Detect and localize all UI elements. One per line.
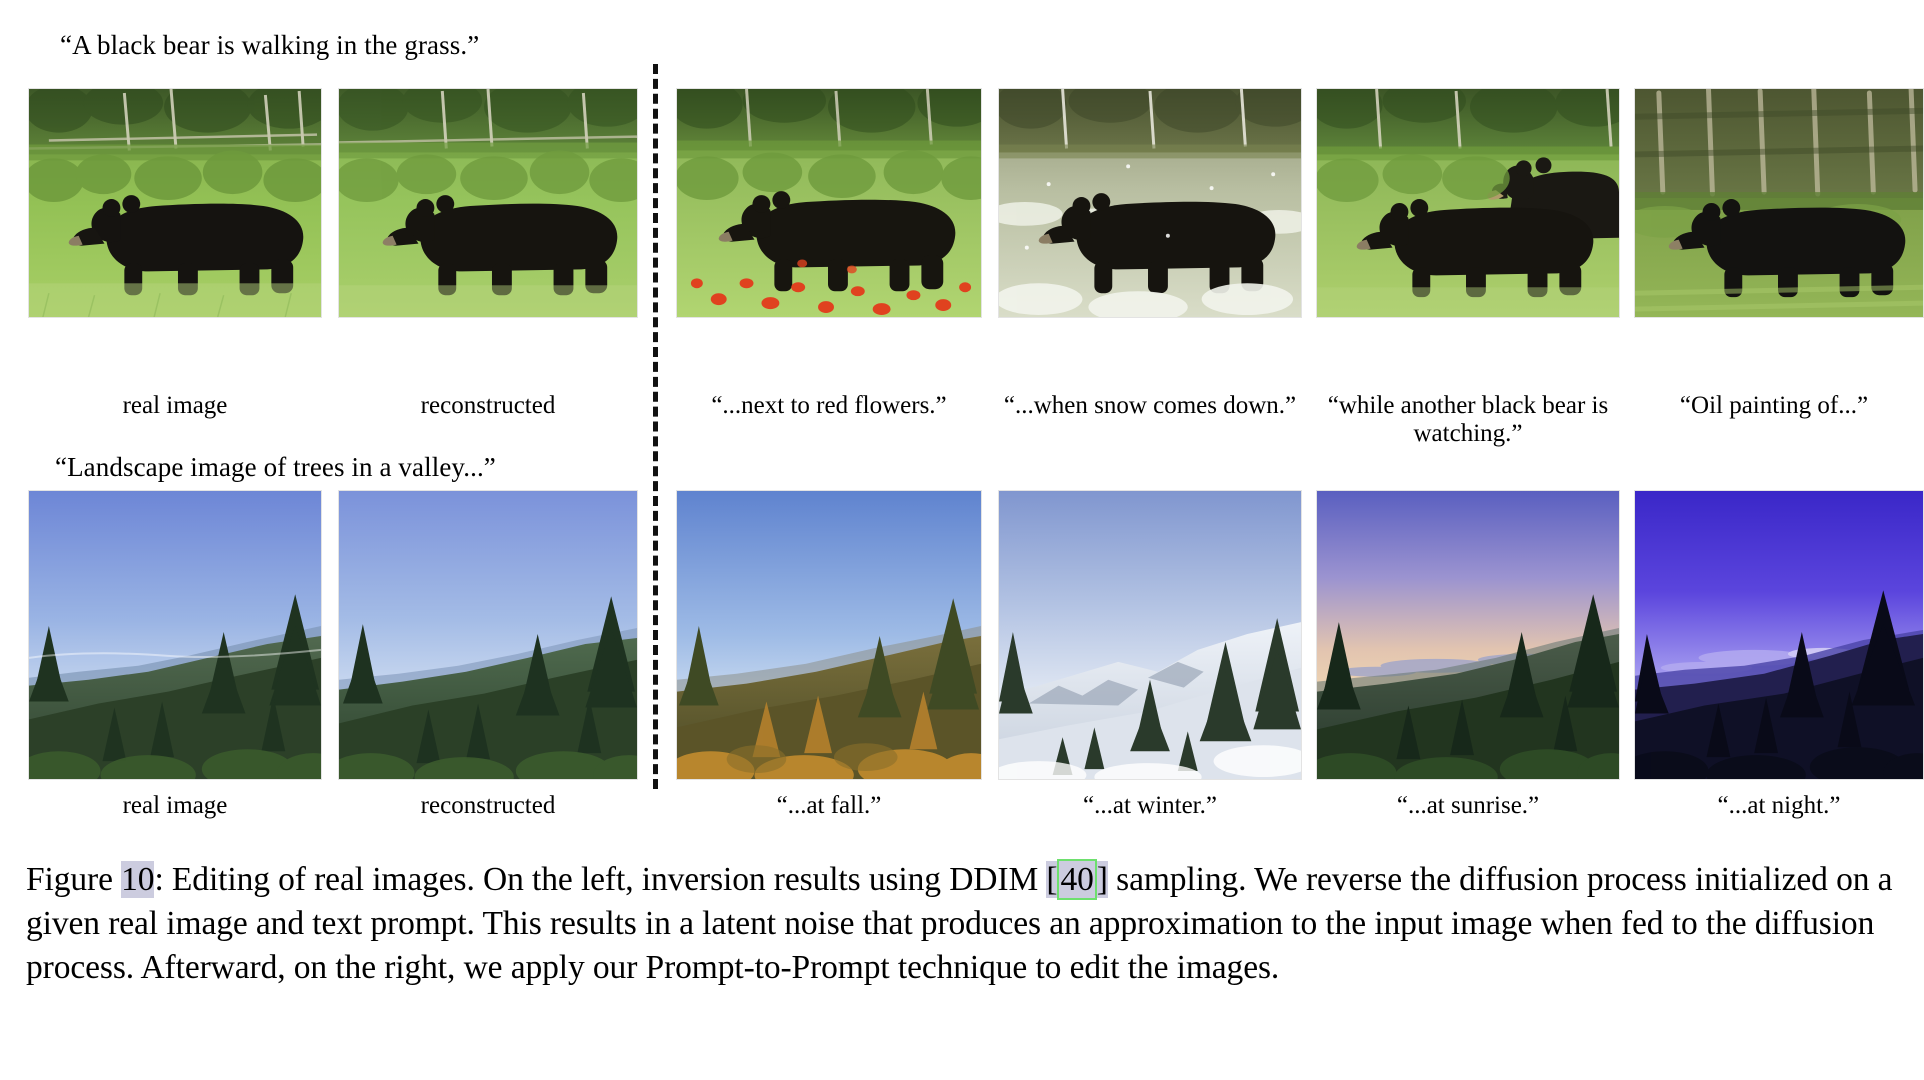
bear-edit-oil-painting-image bbox=[1634, 88, 1924, 318]
citation-close-bracket: ] bbox=[1096, 861, 1108, 898]
landscape-reconstructed-image bbox=[338, 490, 638, 780]
landscape-edit-fall-image bbox=[676, 490, 982, 780]
bear-edit-red-flowers-cell[interactable] bbox=[676, 88, 982, 318]
landscape-real-image bbox=[28, 490, 322, 780]
landscape-edit-winter-image bbox=[998, 490, 1302, 780]
bear-reconstructed-caption: reconstructed bbox=[420, 392, 556, 419]
figure-caption-lead: : Editing of real images. On the left, i… bbox=[154, 861, 1047, 898]
landscape-edit-night-caption: “...at night.” bbox=[1717, 792, 1841, 819]
bear-edit-snow-cell[interactable] bbox=[998, 88, 1302, 318]
landscape-row-prompt: “Landscape image of trees in a valley...… bbox=[55, 452, 496, 482]
landscape-edit-night-image bbox=[1634, 490, 1924, 780]
figure-caption: Figure 10: Editing of real images. On th… bbox=[26, 858, 1904, 990]
landscape-edit-fall-cell[interactable] bbox=[676, 490, 982, 780]
bear-edit-oil-painting-cell[interactable] bbox=[1634, 88, 1924, 318]
landscape-edit-sunrise-caption: “...at sunrise.” bbox=[1396, 792, 1540, 819]
landscape-edit-winter-caption: “...at winter.” bbox=[1083, 792, 1217, 819]
bear-real-image-caption: real image bbox=[122, 392, 228, 419]
landscape-edit-sunrise-cell[interactable] bbox=[1316, 490, 1620, 780]
bear-edit-red-flowers-image bbox=[676, 88, 982, 318]
bear-reconstructed-image bbox=[338, 88, 638, 318]
landscape-real-image-cell[interactable] bbox=[28, 490, 322, 780]
panel-divider bbox=[653, 64, 658, 789]
figure-caption-prefix: Figure bbox=[26, 861, 122, 898]
landscape-edit-sunrise-image bbox=[1316, 490, 1620, 780]
figure-number: 10 bbox=[121, 861, 155, 898]
landscape-real-image-caption: real image bbox=[122, 792, 228, 819]
bear-real-image-cell[interactable] bbox=[28, 88, 322, 318]
bear-edit-snow-caption: “...when snow comes down.” bbox=[1003, 392, 1297, 419]
figure-page: “A black bear is walking in the grass.” bbox=[0, 0, 1924, 1080]
citation-link-40[interactable]: 40 bbox=[1057, 859, 1097, 900]
landscape-edit-night-cell[interactable] bbox=[1634, 490, 1924, 780]
bear-edit-snow-image bbox=[998, 88, 1302, 318]
landscape-edit-fall-caption: “...at fall.” bbox=[776, 792, 882, 819]
bear-edit-another-bear-cell[interactable] bbox=[1316, 88, 1620, 318]
bear-reconstructed-cell[interactable] bbox=[338, 88, 638, 318]
bear-edit-another-bear-image bbox=[1316, 88, 1620, 318]
landscape-reconstructed-cell[interactable] bbox=[338, 490, 638, 780]
bear-real-image bbox=[28, 88, 322, 318]
bear-row-prompt: “A black bear is walking in the grass.” bbox=[60, 30, 480, 60]
bear-edit-oil-painting-caption: “Oil painting of...” bbox=[1679, 392, 1869, 419]
citation-open-bracket: [ bbox=[1046, 861, 1058, 898]
landscape-edit-winter-cell[interactable] bbox=[998, 490, 1302, 780]
bear-edit-red-flowers-caption: “...next to red flowers.” bbox=[711, 392, 947, 419]
landscape-reconstructed-caption: reconstructed bbox=[420, 792, 556, 819]
bear-edit-another-bear-caption: “while another black bear is watching.” bbox=[1327, 392, 1609, 447]
